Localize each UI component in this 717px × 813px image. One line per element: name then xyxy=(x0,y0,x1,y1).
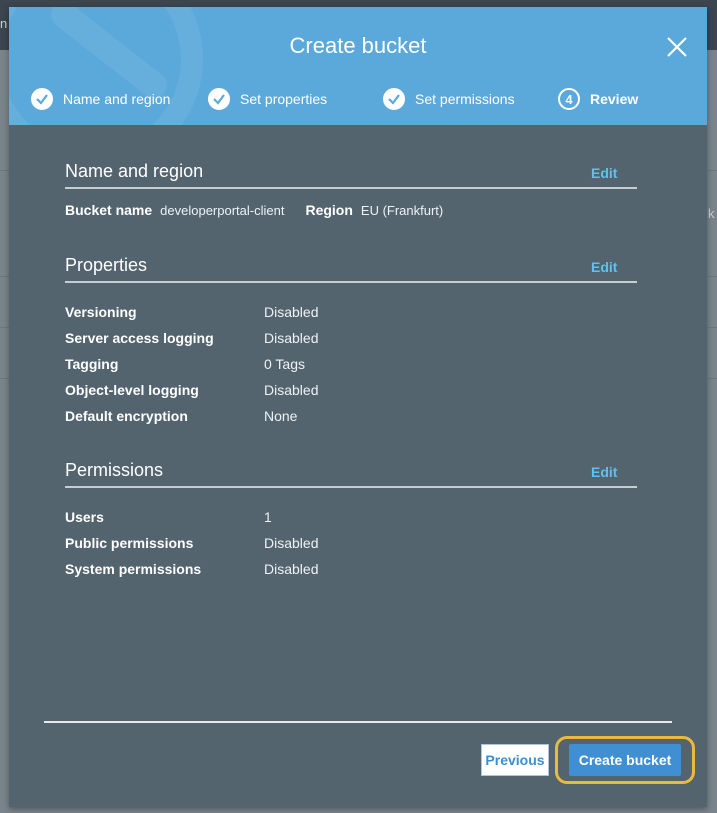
server-access-logging-label: Server access logging xyxy=(65,330,214,346)
step-set-properties[interactable]: Set properties xyxy=(208,86,327,112)
section-divider xyxy=(65,281,637,283)
previous-button[interactable]: Previous xyxy=(481,744,549,776)
object-level-logging-label: Object-level logging xyxy=(65,382,199,398)
bucket-name-value: developerportal-client xyxy=(160,203,285,218)
users-value: 1 xyxy=(264,509,272,525)
edit-properties-link[interactable]: Edit xyxy=(591,259,617,275)
section-title-name-and-region: Name and region xyxy=(65,161,204,181)
tagging-value: 0 Tags xyxy=(264,356,305,372)
public-permissions-label: Public permissions xyxy=(65,535,194,551)
versioning-value: Disabled xyxy=(264,304,319,320)
create-bucket-button[interactable]: Create bucket xyxy=(569,744,681,776)
versioning-label: Versioning xyxy=(65,304,137,320)
bucket-summary-row: Bucket name developerportal-client Regio… xyxy=(65,202,464,218)
edit-permissions-link[interactable]: Edit xyxy=(591,464,617,480)
users-label: Users xyxy=(65,509,104,525)
create-bucket-dialog: Create bucket Name and region Set proper… xyxy=(9,7,707,807)
dialog-header: Create bucket Name and region Set proper… xyxy=(9,7,707,125)
bucket-name-label: Bucket name xyxy=(65,202,153,218)
backdrop-text-fragment: n xyxy=(0,16,8,31)
step-label: Set permissions xyxy=(415,91,515,107)
server-access-logging-value: Disabled xyxy=(264,330,319,346)
step-label: Set properties xyxy=(240,91,328,107)
public-permissions-value: Disabled xyxy=(264,535,319,551)
checkmark-icon xyxy=(208,88,230,110)
close-icon[interactable] xyxy=(665,35,689,59)
dialog-title: Create bucket xyxy=(289,33,427,58)
edit-name-and-region-link[interactable]: Edit xyxy=(591,165,617,181)
region-value: EU (Frankfurt) xyxy=(360,203,444,218)
default-encryption-value: None xyxy=(264,408,298,424)
step-number: 4 xyxy=(558,88,580,110)
system-permissions-label: System permissions xyxy=(65,561,202,577)
step-set-permissions[interactable]: Set permissions xyxy=(383,86,515,112)
checkmark-icon xyxy=(31,88,53,110)
checkmark-icon xyxy=(383,88,405,110)
section-divider xyxy=(65,486,637,488)
object-level-logging-value: Disabled xyxy=(264,382,319,398)
section-divider xyxy=(65,187,637,189)
backdrop-text-fragment: k xyxy=(708,206,715,221)
default-encryption-label: Default encryption xyxy=(65,408,188,424)
footer-divider xyxy=(44,721,672,723)
section-title-properties: Properties xyxy=(65,255,148,275)
system-permissions-value: Disabled xyxy=(264,561,319,577)
section-title-permissions: Permissions xyxy=(65,460,164,480)
step-name-and-region[interactable]: Name and region xyxy=(31,86,170,112)
step-label: Review xyxy=(590,91,639,107)
tagging-label: Tagging xyxy=(65,356,119,372)
step-review: 4 Review xyxy=(558,86,638,112)
region-label: Region xyxy=(305,202,353,218)
step-label: Name and region xyxy=(63,91,171,107)
